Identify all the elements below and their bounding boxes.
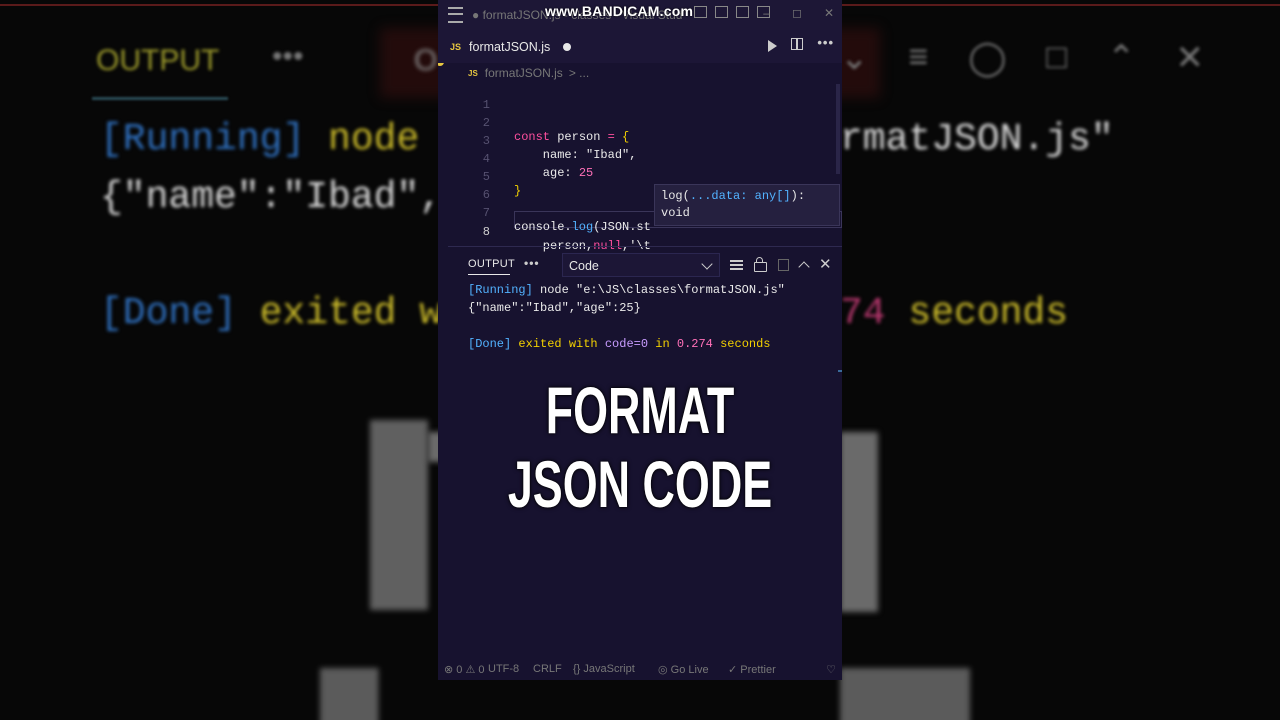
background-json-line: {"name":"Ibad", (100, 176, 443, 219)
background-seconds-line: 74 seconds (840, 292, 1068, 335)
background-exited: exited w (236, 292, 443, 335)
background-chevron-icon: ⌄ (840, 39, 869, 77)
output-line: [Running] node "e:\JS\classes\formatJSON… (468, 283, 785, 297)
unsaved-dot-icon[interactable] (563, 42, 572, 51)
tooltip-fn: log( (661, 189, 690, 203)
js-file-icon: JS (450, 41, 462, 52)
code-line: 5 } (438, 156, 842, 198)
background-output-underline (92, 97, 228, 100)
status-bar: ⊗ 0 ⚠ 0 UTF-8 CRLF {} JavaScript ◎ Go Li… (438, 658, 842, 680)
code-line: 2 const person = { (438, 102, 842, 144)
background-seconds-number: 74 (840, 292, 886, 335)
tooltip-params: ...data: any[] (689, 189, 791, 203)
clear-output-icon[interactable] (730, 260, 743, 270)
done-in: in (648, 337, 677, 351)
title-bar: ● formatJSON.js - classes - Visual Stud … (438, 0, 842, 30)
prettier-status[interactable]: ✓ Prettier (728, 663, 776, 676)
tooltip-return: void (661, 206, 690, 220)
output-result: {"name":"Ibad","age":25} (468, 301, 641, 315)
done-exited: exited with (511, 337, 605, 351)
close-panel-icon[interactable]: ✕ (819, 257, 832, 272)
layout-sidebar-icon[interactable] (694, 6, 707, 18)
breadcrumb-js-icon: JS (468, 68, 478, 78)
window-controls: – ◻ ✕ (763, 6, 834, 20)
close-window-icon[interactable]: ✕ (824, 6, 834, 20)
code-line: 1 (438, 84, 842, 112)
eol-status[interactable]: CRLF (533, 663, 562, 675)
breadcrumb-separator[interactable]: > ... (569, 66, 589, 80)
background-lock-icon: ◯ (968, 39, 1007, 77)
output-channel-select[interactable]: Code (562, 253, 720, 277)
layout-icons (694, 6, 770, 18)
run-code-icon[interactable] (768, 40, 778, 52)
maximize-icon[interactable]: ◻ (792, 6, 802, 20)
watermark: www.BANDICAM.com (545, 3, 694, 19)
done-time: 0.274 (676, 337, 713, 351)
done-tag: [Done] (468, 337, 512, 351)
background-dots: ••• (272, 40, 304, 73)
panel-scrollbar[interactable] (838, 370, 842, 372)
language-status[interactable]: {} JavaScript (573, 663, 635, 675)
panel-actions: ✕ (730, 257, 832, 273)
output-channel-value: Code (569, 259, 599, 273)
maximize-panel-icon[interactable] (798, 261, 810, 273)
background-node: node (305, 118, 420, 161)
signature-tooltip: log(...data: any[]): void (654, 184, 840, 226)
layout-panel-icon[interactable] (715, 6, 728, 18)
background-done-line: [Done] exited w (100, 292, 442, 335)
background-close-icon: ✕ (1175, 39, 1204, 77)
code-line: 4 age: 25 (438, 138, 842, 180)
video-caption-line2: JSON CODE (507, 447, 773, 521)
editor-scrollbar[interactable] (836, 84, 840, 174)
breadcrumb: JS formatJSON.js > ... (468, 66, 589, 80)
done-seconds: seconds (712, 337, 771, 351)
background-filter-icon: ≡ (908, 38, 929, 76)
background-letter: O (414, 44, 438, 77)
lock-scroll-icon[interactable] (754, 257, 767, 272)
split-editor-icon[interactable] (791, 38, 804, 50)
problems-status[interactable]: ⊗ 0 ⚠ 0 (444, 663, 484, 676)
background-large-letter-t (840, 432, 878, 612)
panel-more-icon[interactable]: ••• (524, 256, 540, 270)
tab-label: formatJSON.js (469, 39, 551, 54)
line-number: 8 (482, 225, 490, 239)
tab-formatjson[interactable]: JS formatJSON.js (450, 30, 572, 63)
background-filename: rmatJSON.js" (840, 118, 1114, 161)
video-caption-line1: FORMAT (545, 373, 735, 447)
background-output-label: OUTPUT (96, 44, 220, 77)
background-done: [Done] (100, 292, 237, 335)
editor-actions: ••• (768, 36, 834, 52)
more-actions-icon[interactable]: ••• (817, 36, 834, 52)
background-up-icon: ⌃ (1106, 39, 1136, 77)
running-command: node "e:\JS\classes\formatJSON.js" (532, 283, 785, 297)
menu-icon[interactable] (448, 7, 463, 23)
code-line: 3 name: "Ibad", (438, 120, 842, 162)
vscode-window: ● formatJSON.js - classes - Visual Stud … (438, 0, 842, 680)
background-copy-icon: □ (1046, 38, 1067, 76)
notifications-bell-icon[interactable]: ♡ (826, 663, 836, 676)
tooltip-close: ): (790, 189, 806, 203)
minimize-icon[interactable]: – (763, 6, 770, 20)
background-running: [Running] (100, 118, 306, 161)
copy-icon[interactable] (778, 259, 789, 271)
tooltip-signature: log(...data: any[]): (661, 188, 833, 205)
output-line: [Done] exited with code=0 in 0.274 secon… (468, 337, 771, 351)
done-code: code=0 (604, 337, 649, 351)
layout-secondary-icon[interactable] (736, 6, 749, 18)
chevron-down-icon (701, 258, 713, 270)
background-seconds-text: seconds (885, 292, 1069, 335)
tab-output[interactable]: OUTPUT (468, 258, 515, 270)
background-running-line: [Running] node (100, 118, 419, 161)
running-tag: [Running] (468, 283, 533, 297)
active-tab-underline (468, 274, 510, 275)
tab-bar: JS formatJSON.js ••• (438, 30, 842, 63)
breadcrumb-file[interactable]: formatJSON.js (485, 66, 563, 80)
background-toolbar-icons: ⌄ ≡ ◯ □ ⌃ ✕ (840, 38, 1204, 78)
encoding-status[interactable]: UTF-8 (488, 663, 519, 675)
go-live-button[interactable]: ◎ Go Live (658, 663, 709, 676)
